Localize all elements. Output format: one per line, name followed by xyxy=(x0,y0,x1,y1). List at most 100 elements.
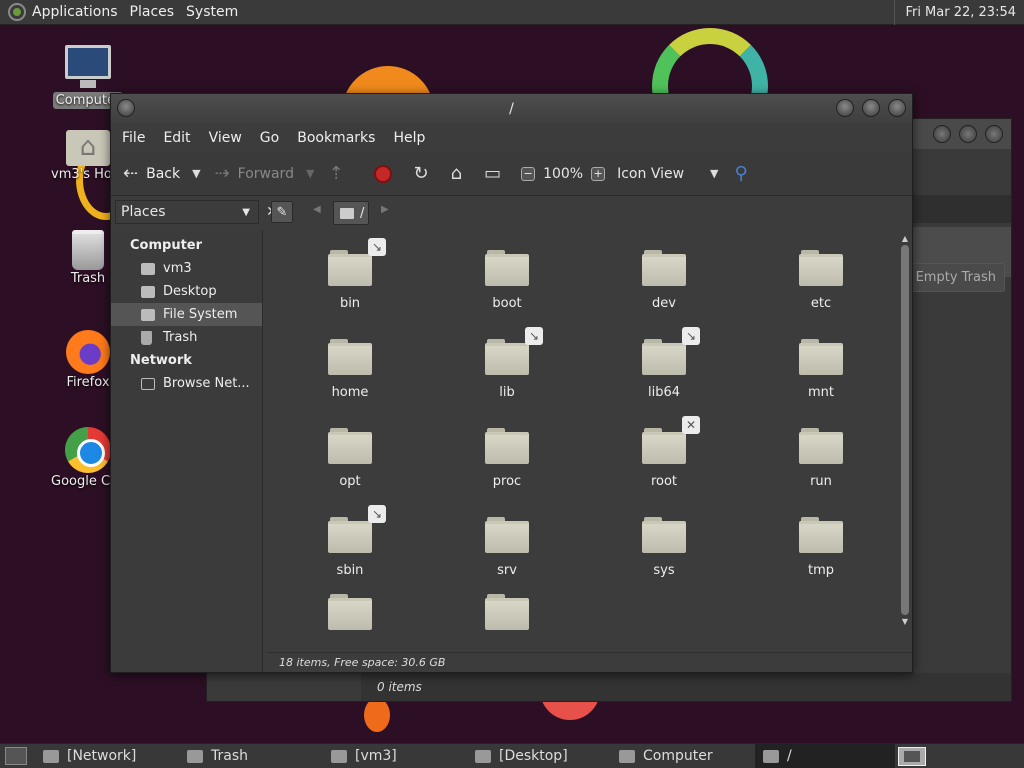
desktop-folder-icon xyxy=(141,285,155,298)
forward-arrow-icon: ⇢ xyxy=(214,163,230,184)
task-vm3[interactable]: [vm3] xyxy=(323,744,467,768)
up-arrow-icon: ⇡ xyxy=(328,163,344,184)
scroll-up-icon[interactable]: ▲ xyxy=(899,234,911,243)
reload-button[interactable]: ↻ xyxy=(414,163,437,184)
folder-icon xyxy=(799,428,843,464)
menu-go[interactable]: Go xyxy=(251,130,288,146)
path-scroll-right-icon[interactable]: ▶ xyxy=(381,204,389,215)
file-name: sys xyxy=(653,563,675,578)
file-item[interactable]: ↘ bin xyxy=(290,238,410,311)
window-titlebar[interactable]: / xyxy=(111,94,912,124)
file-item[interactable]: mnt xyxy=(761,339,881,400)
home-button[interactable]: ⌂ xyxy=(451,163,470,184)
scroll-down-icon[interactable]: ▼ xyxy=(899,617,911,626)
task-label: / xyxy=(787,748,792,764)
forward-button[interactable]: ⇢ Forward xyxy=(215,163,294,184)
file-item[interactable]: proc xyxy=(447,428,567,489)
menu-file[interactable]: File xyxy=(113,130,154,146)
sidebar-item-desktop[interactable]: Desktop xyxy=(111,280,262,303)
close-icon[interactable] xyxy=(888,99,906,117)
zoom-in-icon[interactable]: + xyxy=(591,166,606,181)
desktop-icon-label: Trash xyxy=(70,271,106,286)
minimize-icon[interactable] xyxy=(836,99,854,117)
path-button-root[interactable]: / xyxy=(333,201,369,225)
folder-icon xyxy=(485,428,529,464)
file-manager-window[interactable]: / File Edit View Go Bookmarks Help ⇠ Bac… xyxy=(110,93,913,673)
up-button[interactable]: ⇡ xyxy=(328,163,351,184)
file-item[interactable]: home xyxy=(290,339,410,400)
file-name: boot xyxy=(492,296,522,311)
file-item[interactable] xyxy=(447,594,567,640)
sidebar-item-vm3[interactable]: vm3 xyxy=(111,257,262,280)
file-icon-view[interactable]: ↘ bin boot dev etc home ↘ lib ↘ lib64 mn… xyxy=(267,230,912,652)
folder-icon: ↘ xyxy=(642,327,700,375)
clock[interactable]: Fri Mar 22, 23:54 xyxy=(894,0,1024,25)
file-item[interactable]: dev xyxy=(604,250,724,311)
file-item[interactable]: boot xyxy=(447,250,567,311)
applications-menu[interactable]: Applications xyxy=(26,4,124,20)
maximize-icon[interactable] xyxy=(959,125,977,143)
menu-edit[interactable]: Edit xyxy=(154,130,199,146)
file-name: proc xyxy=(492,474,522,489)
sidebar-selector[interactable]: Places ▼ xyxy=(115,200,259,224)
zoom-level: 100% xyxy=(543,165,584,182)
empty-trash-button[interactable]: Empty Trash xyxy=(906,263,1005,292)
file-item[interactable]: ↘ lib64 xyxy=(604,327,724,400)
task-network[interactable]: [Network] xyxy=(35,744,179,768)
file-item[interactable]: ✕ root xyxy=(604,416,724,489)
minimize-icon[interactable] xyxy=(933,125,951,143)
places-menu[interactable]: Places xyxy=(124,4,181,20)
edit-location-icon[interactable]: ✎ xyxy=(271,201,293,223)
file-item[interactable]: tmp xyxy=(761,517,881,578)
file-name: root xyxy=(650,474,678,489)
file-item[interactable]: srv xyxy=(447,517,567,578)
workspace-switcher[interactable] xyxy=(898,747,926,766)
task-computer[interactable]: Computer xyxy=(611,744,755,768)
zoom-out-icon[interactable]: − xyxy=(521,166,536,181)
sidebar-selector-label: Places xyxy=(121,204,166,220)
home-folder-icon xyxy=(66,130,110,166)
sidebar-item-trash[interactable]: Trash xyxy=(111,326,262,349)
window-title: / xyxy=(509,101,514,117)
task-root-folder[interactable]: / xyxy=(755,743,895,768)
path-scroll-left-icon[interactable]: ◀ xyxy=(313,204,321,215)
file-item[interactable]: sys xyxy=(604,517,724,578)
close-icon[interactable] xyxy=(985,125,1003,143)
file-item[interactable]: ↘ sbin xyxy=(290,505,410,578)
show-desktop-icon[interactable] xyxy=(5,747,27,765)
desktop-icon-label: Firefox xyxy=(66,375,110,390)
forward-history-dropdown-icon[interactable]: ▼ xyxy=(306,167,314,180)
menu-view[interactable]: View xyxy=(200,130,251,146)
search-button[interactable]: ⚲ xyxy=(735,163,756,184)
menu-help[interactable]: Help xyxy=(384,130,434,146)
computer-button[interactable]: ▭ xyxy=(484,163,509,184)
file-name: srv xyxy=(497,563,517,578)
sidebar-item-browse-network[interactable]: Browse Net... xyxy=(111,372,262,395)
maximize-icon[interactable] xyxy=(862,99,880,117)
window-menu-icon[interactable] xyxy=(117,99,135,117)
network-icon xyxy=(141,377,155,390)
back-arrow-icon: ⇠ xyxy=(123,163,139,184)
file-item[interactable] xyxy=(290,594,410,640)
system-menu[interactable]: System xyxy=(180,4,244,20)
vertical-scrollbar[interactable]: ▲ ▼ xyxy=(899,234,911,644)
file-item[interactable]: etc xyxy=(761,250,881,311)
task-trash[interactable]: Trash xyxy=(179,744,323,768)
file-item[interactable]: opt xyxy=(290,428,410,489)
symlink-emblem-icon: ↘ xyxy=(368,238,386,256)
task-desktop[interactable]: [Desktop] xyxy=(467,744,611,768)
folder-icon xyxy=(485,517,529,553)
sidebar-item-file-system[interactable]: File System xyxy=(111,303,262,326)
back-history-dropdown-icon[interactable]: ▼ xyxy=(192,167,200,180)
scrollbar-thumb[interactable] xyxy=(901,245,909,615)
distro-logo-icon[interactable] xyxy=(8,3,26,21)
folder-icon xyxy=(328,428,372,464)
stop-icon[interactable] xyxy=(373,164,392,183)
file-name: home xyxy=(331,385,369,400)
view-mode-dropdown-icon[interactable]: ▼ xyxy=(710,167,718,180)
view-mode-select[interactable]: Icon View xyxy=(617,166,684,182)
file-item[interactable]: run xyxy=(761,428,881,489)
menu-bookmarks[interactable]: Bookmarks xyxy=(288,130,384,146)
file-item[interactable]: ↘ lib xyxy=(447,327,567,400)
back-button[interactable]: ⇠ Back xyxy=(123,163,180,184)
